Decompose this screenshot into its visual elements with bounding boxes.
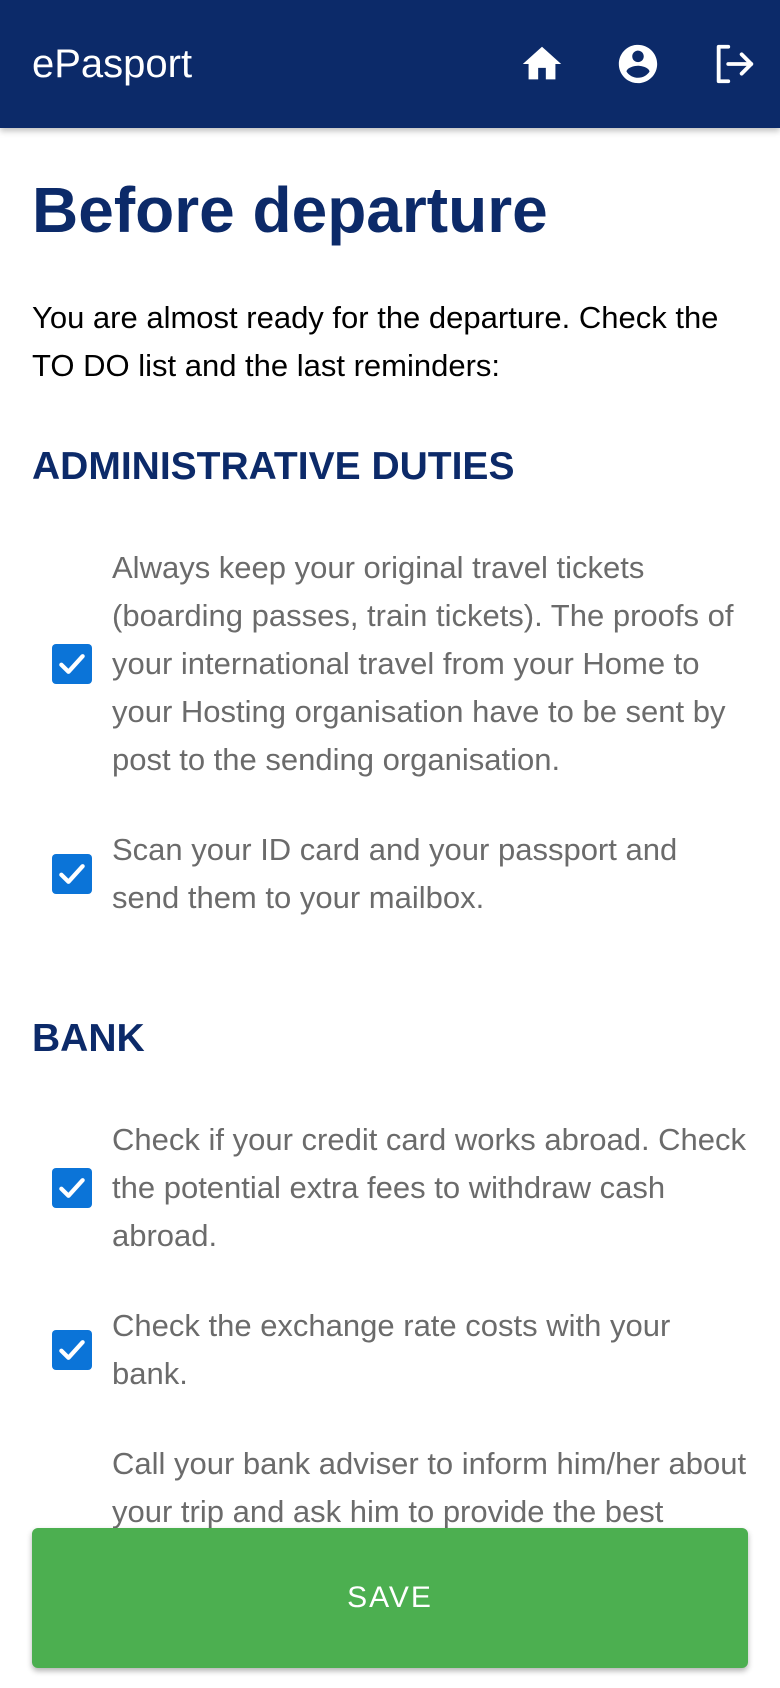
checklist-item-text: Check the exchange rate costs with your …: [112, 1308, 671, 1391]
checkbox-checked[interactable]: [52, 1330, 92, 1370]
page-title: Before departure: [32, 174, 548, 246]
checklist-item: Scan your ID card and your passport and …: [32, 826, 748, 922]
section-title-bank: BANK: [32, 1017, 145, 1060]
check-icon: [59, 654, 85, 674]
checklist-item-text: Scan your ID card and your passport and …: [112, 832, 678, 915]
checklist-administrative-duties: Always keep your original travel tickets…: [32, 544, 748, 922]
intro-text: You are almost ready for the departure. …: [32, 300, 719, 383]
checkbox-checked[interactable]: [52, 854, 92, 894]
logout-icon[interactable]: [710, 40, 758, 88]
app-bar: ePasport: [0, 0, 780, 128]
check-icon: [59, 1178, 85, 1198]
account-circle-icon[interactable]: [614, 40, 662, 88]
checklist-item-text: Always keep your original travel tickets…: [112, 550, 734, 777]
check-icon: [59, 1340, 85, 1360]
checkbox-checked[interactable]: [52, 644, 92, 684]
home-icon[interactable]: [518, 40, 566, 88]
save-button[interactable]: SAVE: [32, 1528, 748, 1668]
checklist-item: Always keep your original travel tickets…: [32, 544, 748, 784]
checklist-item-text: Check if your credit card works abroad. …: [112, 1122, 747, 1253]
checkbox-checked[interactable]: [52, 1168, 92, 1208]
checklist-item: Check the exchange rate costs with your …: [32, 1302, 748, 1398]
section-title-administrative-duties: ADMINISTRATIVE DUTIES: [32, 445, 515, 488]
check-icon: [59, 864, 85, 884]
app-title: ePasport: [32, 42, 193, 86]
main-content: Before departure You are almost ready fo…: [32, 128, 748, 1674]
checklist-item: Check if your credit card works abroad. …: [32, 1116, 748, 1260]
